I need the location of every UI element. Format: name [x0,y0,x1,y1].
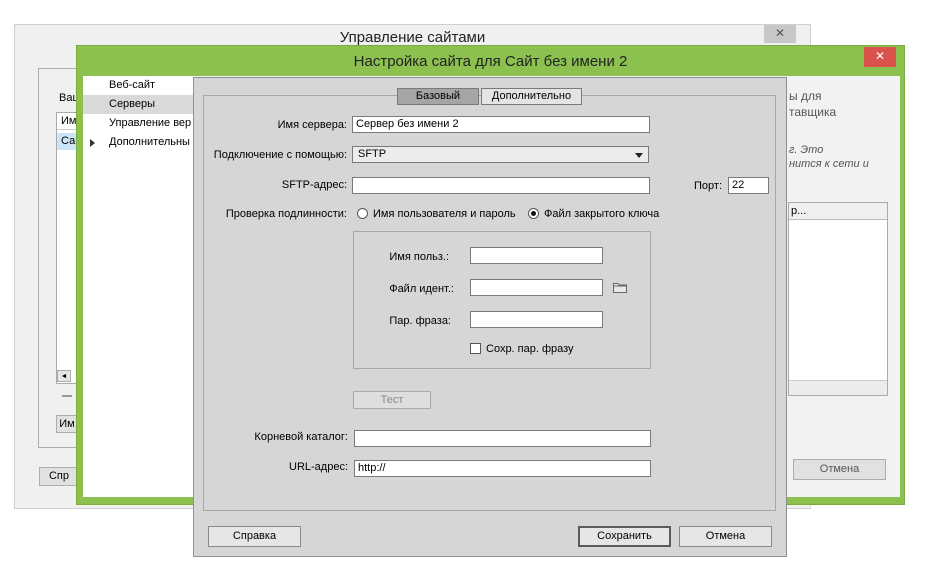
tab-basic[interactable]: Базовый [397,88,479,105]
passphrase-input[interactable] [470,311,603,328]
sidebar-item-advanced[interactable]: Дополнительны [83,133,195,152]
table-header[interactable]: р... [789,203,887,220]
root-directory-input[interactable] [354,430,651,447]
sftp-address-input[interactable] [352,177,650,194]
save-button[interactable]: Сохранить [578,526,671,547]
sidebar-item-website[interactable]: Веб-сайт [83,76,195,95]
port-label: Порт: [694,180,722,192]
back-help-button[interactable]: Спр [39,467,79,486]
remove-icon[interactable] [62,395,72,397]
tab-advanced[interactable]: Дополнительно [481,88,582,105]
cancel-button[interactable]: Отмена [679,526,772,547]
save-passphrase-checkbox[interactable] [470,343,481,354]
root-directory-label: Корневой каталог: [254,431,348,443]
test-button[interactable]: Тест [353,391,431,409]
servers-description-1: ы для [789,89,822,103]
scroll-left-icon[interactable]: ◄ [57,370,71,382]
expand-arrow-icon[interactable] [90,139,95,147]
help-button[interactable]: Справка [208,526,301,547]
username-input[interactable] [470,247,603,264]
sidebar-item-servers[interactable]: Серверы [83,95,195,114]
folder-icon[interactable] [613,282,627,293]
sidebar-item-version-control[interactable]: Управление вер [83,114,195,133]
horizontal-scrollbar[interactable] [789,380,887,395]
close-icon[interactable]: ✕ [764,25,796,43]
servers-table[interactable]: р... [788,202,888,396]
auth-keyfile-radio[interactable] [528,208,539,219]
connect-using-value: SFTP [358,148,387,160]
server-name-input[interactable]: Сервер без имени 2 [352,116,650,133]
servers-note-2: нится к сети и [789,158,869,170]
connect-using-select[interactable]: SFTP [352,146,649,163]
radio-selected-dot [531,211,536,216]
servers-description-2: тавщика [789,105,837,119]
sftp-address-label: SFTP-адрес: [281,179,347,191]
authentication-label: Проверка подлинности: [225,208,347,220]
server-name-label: Имя сервера: [277,119,347,131]
url-input[interactable]: http:// [354,460,651,477]
auth-password-label[interactable]: Имя пользователя и пароль [373,208,516,220]
save-passphrase-label[interactable]: Сохр. пар. фразу [486,343,574,355]
chevron-down-icon[interactable] [635,153,643,158]
sidebar-item-advanced-label: Дополнительны [109,136,190,148]
identity-file-label: Файл идент.: [389,283,454,295]
passphrase-label: Пар. фраза: [389,315,451,327]
servers-note-1: г. Это [789,144,824,156]
auth-password-radio[interactable] [357,208,368,219]
auth-keyfile-label[interactable]: Файл закрытого ключа [544,208,659,220]
username-label: Имя польз.: [389,251,449,263]
port-input[interactable]: 22 [728,177,769,194]
identity-file-input[interactable] [470,279,603,296]
close-icon[interactable]: ✕ [864,47,896,67]
connect-using-label: Подключение с помощью: [213,149,347,161]
import-button[interactable]: Им [56,415,78,433]
category-sidebar: Веб-сайт Серверы Управление вер Дополнит… [83,76,195,497]
mid-cancel-button[interactable]: Отмена [793,459,886,480]
site-setup-title: Настройка сайта для Сайт без имени 2 [353,53,628,70]
url-label: URL-адрес: [289,461,348,473]
